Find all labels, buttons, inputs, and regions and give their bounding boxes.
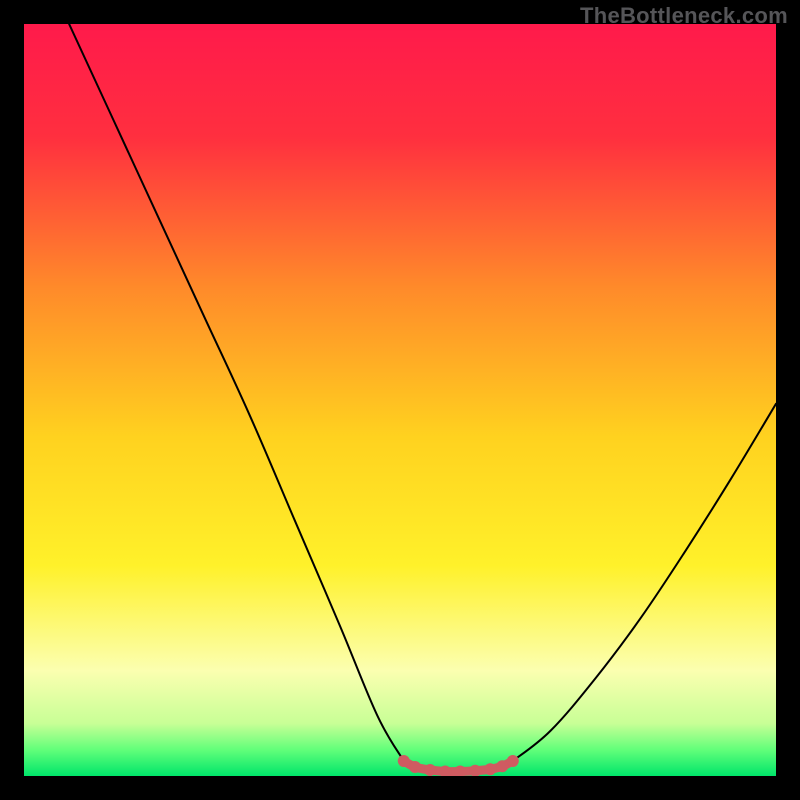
valley-marker (398, 755, 410, 767)
chart-svg (24, 24, 776, 776)
plot-area (24, 24, 776, 776)
valley-marker (409, 761, 421, 773)
valley-marker (496, 760, 508, 772)
valley-marker (484, 763, 496, 775)
gradient-background (24, 24, 776, 776)
chart-frame: TheBottleneck.com (0, 0, 800, 800)
valley-marker (507, 755, 519, 767)
valley-marker (424, 764, 436, 776)
